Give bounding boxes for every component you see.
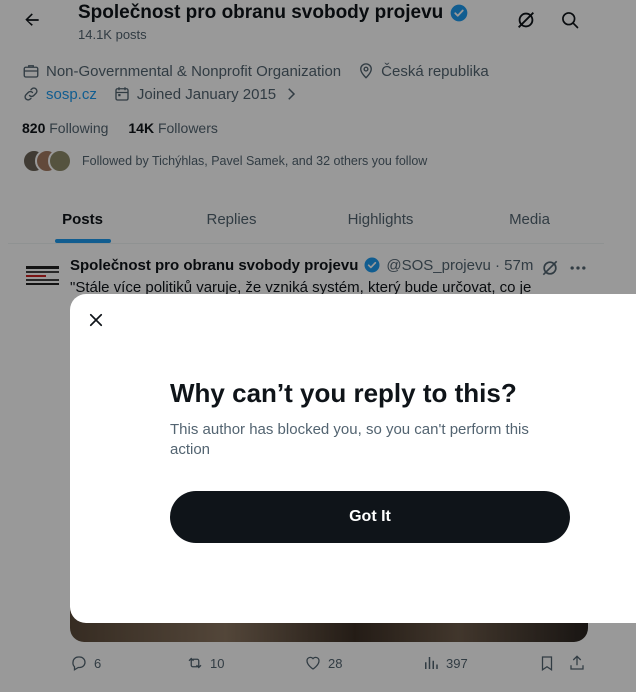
close-button[interactable] xyxy=(82,306,110,334)
dialog-title: Why can’t you reply to this? xyxy=(170,378,517,408)
dialog-description: This author has blocked you, so you can'… xyxy=(170,421,529,458)
close-icon xyxy=(89,313,103,327)
reply-restriction-dialog: Why can’t you reply to this? This author… xyxy=(70,294,636,623)
got-it-button[interactable]: Got It xyxy=(170,491,570,543)
